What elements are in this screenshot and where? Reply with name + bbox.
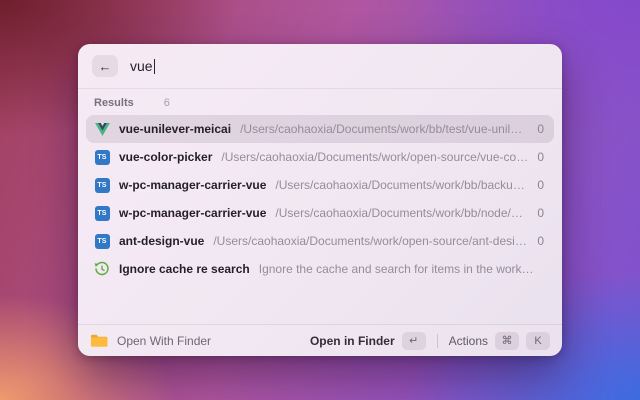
open-in-finder-button[interactable]: Open in Finder	[310, 334, 395, 348]
result-path: /Users/caohaoxia/Documents/work/open-sou…	[213, 234, 528, 248]
results-label: Results	[94, 97, 134, 109]
footer-bar: Open With Finder Open in Finder ↵ Action…	[78, 324, 562, 356]
enter-key-badge: ↵	[402, 332, 426, 350]
result-title: Ignore cache re search	[119, 262, 250, 276]
list-item[interactable]: TS ant-design-vue /Users/caohaoxia/Docum…	[86, 227, 554, 255]
result-title: ant-design-vue	[119, 234, 204, 248]
back-button[interactable]: ←	[92, 55, 118, 77]
footer-actions: Open in Finder ↵ Actions ⌘ K	[310, 332, 550, 350]
list-item[interactable]: vue-unilever-meicai /Users/caohaoxia/Doc…	[86, 115, 554, 143]
search-input[interactable]: vue	[130, 58, 155, 74]
result-title: vue-unilever-meicai	[119, 122, 231, 136]
result-path: /Users/caohaoxia/Documents/work/bb/test/…	[240, 122, 528, 136]
result-accessory-count: 0	[537, 150, 546, 164]
launcher-window: ← vue Results 6 vue-unilever-meicai /Use…	[78, 44, 562, 356]
result-accessory-count: 0	[537, 206, 546, 220]
result-accessory-count: 0	[537, 234, 546, 248]
result-title: w-pc-manager-carrier-vue	[119, 206, 266, 220]
command-key-badge: ⌘	[495, 332, 519, 350]
vue-logo-icon	[95, 123, 110, 136]
result-accessory-count: 0	[537, 122, 546, 136]
typescript-icon: TS	[95, 178, 110, 193]
results-header: Results 6	[78, 89, 562, 113]
history-clock-icon	[94, 261, 110, 277]
result-path: /Users/caohaoxia/Documents/work/bb/node/…	[275, 206, 528, 220]
result-path: /Users/caohaoxia/Documents/work/open-sou…	[221, 150, 528, 164]
result-title: vue-color-picker	[119, 150, 212, 164]
typescript-icon: TS	[95, 234, 110, 249]
list-item[interactable]: TS w-pc-manager-carrier-vue /Users/caoha…	[86, 171, 554, 199]
list-item[interactable]: Ignore cache re search Ignore the cache …	[86, 255, 554, 283]
result-title: w-pc-manager-carrier-vue	[119, 178, 266, 192]
search-bar: ← vue	[78, 44, 562, 88]
typescript-icon: TS	[95, 206, 110, 221]
search-query-text: vue	[130, 58, 153, 74]
list-item[interactable]: TS vue-color-picker /Users/caohaoxia/Doc…	[86, 143, 554, 171]
results-list: vue-unilever-meicai /Users/caohaoxia/Doc…	[78, 113, 562, 283]
back-arrow-icon: ←	[99, 59, 112, 74]
footer-divider	[437, 334, 438, 348]
footer-left-label: Open With Finder	[117, 334, 211, 348]
footer-selected-action: Open With Finder	[90, 334, 302, 348]
results-count: 6	[164, 97, 170, 109]
text-caret	[154, 59, 156, 74]
typescript-icon: TS	[95, 150, 110, 165]
result-path: Ignore the cache and search for items in…	[259, 262, 535, 276]
k-key-badge: K	[526, 332, 550, 350]
actions-button[interactable]: Actions	[449, 334, 488, 348]
result-path: /Users/caohaoxia/Documents/work/bb/backu…	[275, 178, 528, 192]
folder-icon	[90, 334, 108, 348]
list-item[interactable]: TS w-pc-manager-carrier-vue /Users/caoha…	[86, 199, 554, 227]
result-accessory-count: 0	[537, 178, 546, 192]
